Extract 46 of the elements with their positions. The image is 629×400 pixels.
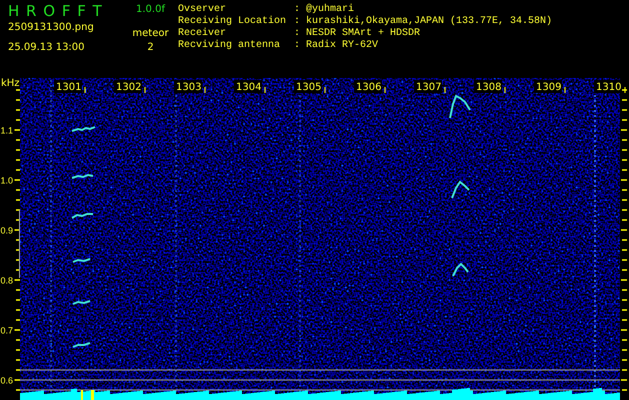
info-separator: :: [294, 4, 302, 16]
axis-label: 0.9: [0, 226, 14, 236]
timestamp: 25.09.13 13:00: [8, 42, 86, 55]
meteor-echo-trace: [71, 213, 93, 219]
axis-label: 1.0: [0, 176, 14, 186]
time-label: 1309: [536, 82, 562, 93]
time-label: 1307: [416, 82, 442, 93]
app-title: H R O F F T: [8, 2, 102, 20]
info-value: NESDR SMArt + HDSDR: [306, 28, 420, 40]
meteor-echo-trace: [72, 300, 90, 305]
meteor-echo-trace: [72, 126, 96, 132]
meteor-echo-trace: [72, 174, 94, 179]
meteor-echo-trace: [452, 262, 469, 276]
level-marker: [91, 390, 94, 400]
info-label: Recviving antenna: [178, 40, 282, 52]
axis-unit: kHz: [1, 78, 20, 89]
info-separator: :: [294, 16, 302, 28]
detection-label: meteor: [132, 28, 169, 41]
info-label: Ovserver: [178, 4, 228, 16]
level-marker: [81, 390, 83, 400]
time-label: 1310: [596, 82, 622, 93]
info-separator: :: [294, 28, 302, 40]
axis-label: 0.6: [0, 376, 14, 386]
version-label: 1.0.0f: [136, 3, 165, 17]
meteor-echo-trace: [72, 258, 90, 263]
axis-label: 0.8: [0, 276, 14, 286]
time-label: 1305: [296, 82, 322, 93]
info-label: Receiver: [178, 28, 228, 40]
meteor-echo-trace: [72, 342, 90, 348]
info-separator: :: [294, 40, 302, 52]
info-value: Radix RY-62V: [306, 40, 378, 52]
file-name: 2509131300.png: [8, 22, 95, 35]
meteor-echo-trace: [449, 94, 471, 118]
time-label: 1308: [476, 82, 502, 93]
time-label: 1306: [356, 82, 382, 93]
time-label: 1302: [116, 82, 142, 93]
time-label: 1304: [236, 82, 262, 93]
info-value: kurashiki,Okayama,JAPAN (133.77E, 34.58N): [306, 16, 552, 28]
info-value: @yuhmari: [306, 4, 354, 16]
time-label: 1303: [176, 82, 202, 93]
meteor-echo-trace: [451, 180, 470, 198]
detection-count: 2: [147, 42, 154, 55]
time-label: 1301: [56, 82, 82, 93]
axis-label: 0.7: [0, 326, 14, 336]
axis-label: 1.1: [0, 126, 14, 136]
info-label: Receiving Location: [178, 16, 288, 28]
